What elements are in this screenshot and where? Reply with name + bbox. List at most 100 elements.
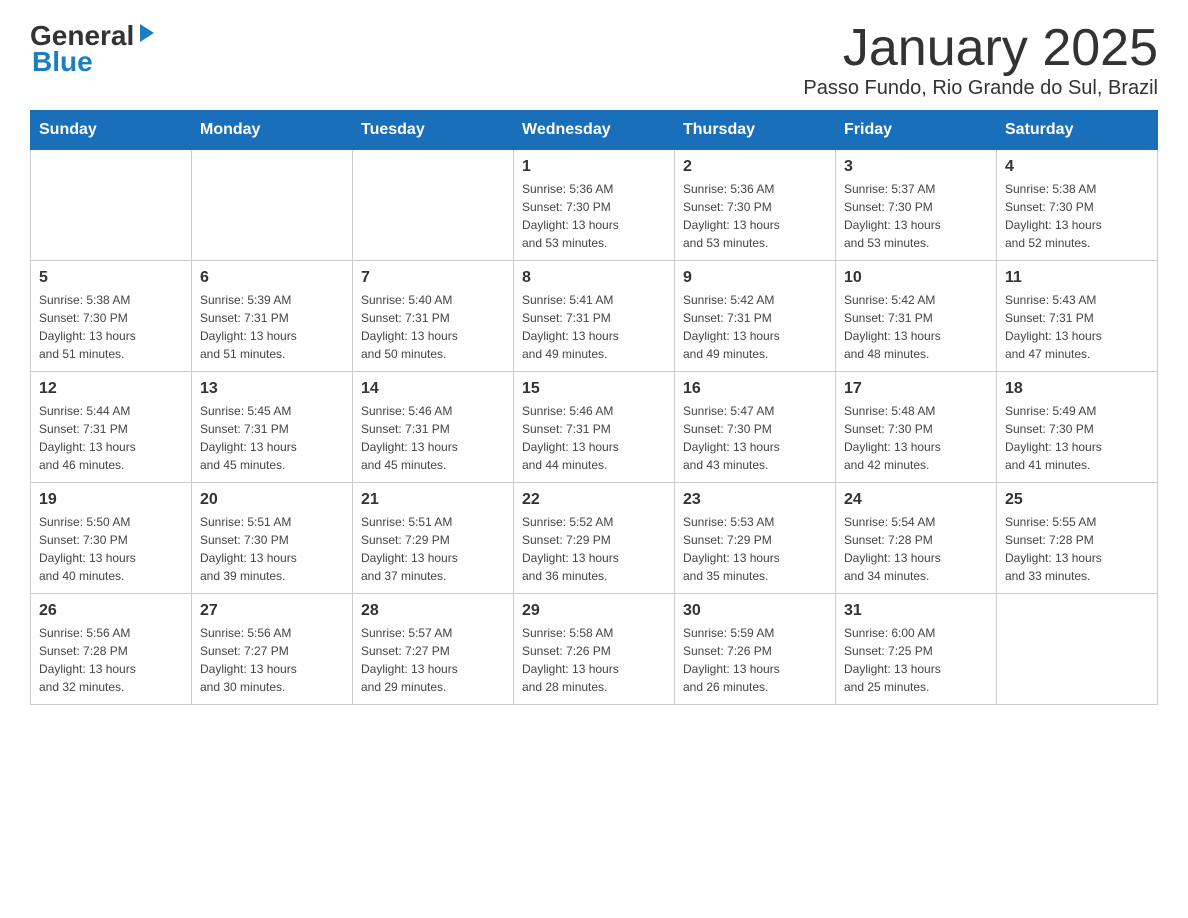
day-number: 8 bbox=[522, 269, 666, 287]
calendar-header-monday: Monday bbox=[192, 111, 353, 150]
calendar-cell: 29 Sunrise: 5:58 AM Sunset: 7:26 PM Dayli… bbox=[514, 594, 675, 705]
day-number: 12 bbox=[39, 380, 183, 398]
day-number: 10 bbox=[844, 269, 988, 287]
day-info: Sunrise: 5:48 AM Sunset: 7:30 PM Dayligh… bbox=[844, 402, 988, 474]
day-number: 24 bbox=[844, 491, 988, 509]
calendar-cell: 24 Sunrise: 5:54 AM Sunset: 7:28 PM Dayli… bbox=[836, 483, 997, 594]
day-number: 22 bbox=[522, 491, 666, 509]
calendar-header-friday: Friday bbox=[836, 111, 997, 150]
day-info: Sunrise: 5:59 AM Sunset: 7:26 PM Dayligh… bbox=[683, 624, 827, 696]
day-number: 2 bbox=[683, 158, 827, 176]
calendar-cell: 12Sunrise: 5:44 AM Sunset: 7:31 PM Dayli… bbox=[31, 372, 192, 483]
day-number: 20 bbox=[200, 491, 344, 509]
day-info: Sunrise: 5:39 AM Sunset: 7:31 PM Dayligh… bbox=[200, 291, 344, 363]
day-info: Sunrise: 5:56 AM Sunset: 7:27 PM Dayligh… bbox=[200, 624, 344, 696]
day-info: Sunrise: 5:52 AM Sunset: 7:29 PM Dayligh… bbox=[522, 513, 666, 585]
day-info: Sunrise: 5:42 AM Sunset: 7:31 PM Dayligh… bbox=[683, 291, 827, 363]
calendar-cell: 16 Sunrise: 5:47 AM Sunset: 7:30 PM Dayli… bbox=[675, 372, 836, 483]
calendar-cell bbox=[31, 150, 192, 261]
calendar-week-row: 5 Sunrise: 5:38 AM Sunset: 7:30 PM Daylig… bbox=[31, 261, 1158, 372]
calendar-header-row: SundayMondayTuesdayWednesdayThursdayFrid… bbox=[31, 111, 1158, 150]
calendar-cell: 1Sunrise: 5:36 AM Sunset: 7:30 PM Daylig… bbox=[514, 150, 675, 261]
day-number: 7 bbox=[361, 269, 505, 287]
day-number: 17 bbox=[844, 380, 988, 398]
calendar-cell: 20 Sunrise: 5:51 AM Sunset: 7:30 PM Dayli… bbox=[192, 483, 353, 594]
day-info: Sunrise: 5:45 AM Sunset: 7:31 PM Dayligh… bbox=[200, 402, 344, 474]
logo-triangle-icon bbox=[136, 22, 158, 44]
calendar-cell: 11 Sunrise: 5:43 AM Sunset: 7:31 PM Dayli… bbox=[997, 261, 1158, 372]
calendar-cell: 5 Sunrise: 5:38 AM Sunset: 7:30 PM Daylig… bbox=[31, 261, 192, 372]
day-info: Sunrise: 5:51 AM Sunset: 7:29 PM Dayligh… bbox=[361, 513, 505, 585]
day-number: 13 bbox=[200, 380, 344, 398]
day-info: Sunrise: 5:53 AM Sunset: 7:29 PM Dayligh… bbox=[683, 513, 827, 585]
day-info: Sunrise: 5:49 AM Sunset: 7:30 PM Dayligh… bbox=[1005, 402, 1149, 474]
day-number: 3 bbox=[844, 158, 988, 176]
day-number: 21 bbox=[361, 491, 505, 509]
page-title: January 2025 bbox=[803, 20, 1158, 77]
day-info: Sunrise: 5:41 AM Sunset: 7:31 PM Dayligh… bbox=[522, 291, 666, 363]
day-info: Sunrise: 5:57 AM Sunset: 7:27 PM Dayligh… bbox=[361, 624, 505, 696]
day-info: Sunrise: 5:58 AM Sunset: 7:26 PM Dayligh… bbox=[522, 624, 666, 696]
day-number: 5 bbox=[39, 269, 183, 287]
logo: General Blue bbox=[30, 20, 158, 78]
day-info: Sunrise: 5:38 AM Sunset: 7:30 PM Dayligh… bbox=[1005, 180, 1149, 252]
calendar-header-thursday: Thursday bbox=[675, 111, 836, 150]
day-number: 27 bbox=[200, 602, 344, 620]
calendar-cell: 14Sunrise: 5:46 AM Sunset: 7:31 PM Dayli… bbox=[353, 372, 514, 483]
day-number: 9 bbox=[683, 269, 827, 287]
day-number: 31 bbox=[844, 602, 988, 620]
calendar-cell: 31 Sunrise: 6:00 AM Sunset: 7:25 PM Dayli… bbox=[836, 594, 997, 705]
day-number: 16 bbox=[683, 380, 827, 398]
day-number: 29 bbox=[522, 602, 666, 620]
calendar-header-tuesday: Tuesday bbox=[353, 111, 514, 150]
day-info: Sunrise: 5:40 AM Sunset: 7:31 PM Dayligh… bbox=[361, 291, 505, 363]
day-info: Sunrise: 5:46 AM Sunset: 7:31 PM Dayligh… bbox=[522, 402, 666, 474]
day-info: Sunrise: 5:38 AM Sunset: 7:30 PM Dayligh… bbox=[39, 291, 183, 363]
day-number: 4 bbox=[1005, 158, 1149, 176]
calendar-week-row: 19 Sunrise: 5:50 AM Sunset: 7:30 PM Dayli… bbox=[31, 483, 1158, 594]
day-info: Sunrise: 5:43 AM Sunset: 7:31 PM Dayligh… bbox=[1005, 291, 1149, 363]
calendar-week-row: 12Sunrise: 5:44 AM Sunset: 7:31 PM Dayli… bbox=[31, 372, 1158, 483]
calendar-cell: 8 Sunrise: 5:41 AM Sunset: 7:31 PM Daylig… bbox=[514, 261, 675, 372]
day-info: Sunrise: 5:56 AM Sunset: 7:28 PM Dayligh… bbox=[39, 624, 183, 696]
day-number: 11 bbox=[1005, 269, 1149, 287]
calendar-header-wednesday: Wednesday bbox=[514, 111, 675, 150]
calendar-cell: 21 Sunrise: 5:51 AM Sunset: 7:29 PM Dayli… bbox=[353, 483, 514, 594]
calendar-header-sunday: Sunday bbox=[31, 111, 192, 150]
logo-blue: Blue bbox=[30, 46, 93, 78]
calendar-header-saturday: Saturday bbox=[997, 111, 1158, 150]
day-info: Sunrise: 5:54 AM Sunset: 7:28 PM Dayligh… bbox=[844, 513, 988, 585]
calendar-cell: 15 Sunrise: 5:46 AM Sunset: 7:31 PM Dayli… bbox=[514, 372, 675, 483]
calendar-cell: 3Sunrise: 5:37 AM Sunset: 7:30 PM Daylig… bbox=[836, 150, 997, 261]
calendar-cell: 30 Sunrise: 5:59 AM Sunset: 7:26 PM Dayli… bbox=[675, 594, 836, 705]
day-number: 23 bbox=[683, 491, 827, 509]
day-info: Sunrise: 5:51 AM Sunset: 7:30 PM Dayligh… bbox=[200, 513, 344, 585]
calendar-week-row: 1Sunrise: 5:36 AM Sunset: 7:30 PM Daylig… bbox=[31, 150, 1158, 261]
calendar-cell: 25Sunrise: 5:55 AM Sunset: 7:28 PM Dayli… bbox=[997, 483, 1158, 594]
calendar-cell: 26 Sunrise: 5:56 AM Sunset: 7:28 PM Dayli… bbox=[31, 594, 192, 705]
calendar-cell: 6 Sunrise: 5:39 AM Sunset: 7:31 PM Daylig… bbox=[192, 261, 353, 372]
calendar-cell: 28 Sunrise: 5:57 AM Sunset: 7:27 PM Dayli… bbox=[353, 594, 514, 705]
page-header: General Blue January 2025 Passo Fundo, R… bbox=[30, 20, 1158, 100]
day-number: 14 bbox=[361, 380, 505, 398]
calendar-table: SundayMondayTuesdayWednesdayThursdayFrid… bbox=[30, 110, 1158, 705]
calendar-cell: 2Sunrise: 5:36 AM Sunset: 7:30 PM Daylig… bbox=[675, 150, 836, 261]
day-number: 30 bbox=[683, 602, 827, 620]
day-info: Sunrise: 5:36 AM Sunset: 7:30 PM Dayligh… bbox=[522, 180, 666, 252]
day-number: 19 bbox=[39, 491, 183, 509]
day-info: Sunrise: 5:47 AM Sunset: 7:30 PM Dayligh… bbox=[683, 402, 827, 474]
calendar-cell: 22 Sunrise: 5:52 AM Sunset: 7:29 PM Dayli… bbox=[514, 483, 675, 594]
calendar-cell: 4 Sunrise: 5:38 AM Sunset: 7:30 PM Daylig… bbox=[997, 150, 1158, 261]
calendar-cell: 27 Sunrise: 5:56 AM Sunset: 7:27 PM Dayli… bbox=[192, 594, 353, 705]
day-info: Sunrise: 6:00 AM Sunset: 7:25 PM Dayligh… bbox=[844, 624, 988, 696]
calendar-cell: 17 Sunrise: 5:48 AM Sunset: 7:30 PM Dayli… bbox=[836, 372, 997, 483]
day-number: 26 bbox=[39, 602, 183, 620]
calendar-cell bbox=[997, 594, 1158, 705]
day-number: 15 bbox=[522, 380, 666, 398]
day-info: Sunrise: 5:50 AM Sunset: 7:30 PM Dayligh… bbox=[39, 513, 183, 585]
calendar-cell: 18Sunrise: 5:49 AM Sunset: 7:30 PM Dayli… bbox=[997, 372, 1158, 483]
calendar-cell bbox=[353, 150, 514, 261]
calendar-cell: 9 Sunrise: 5:42 AM Sunset: 7:31 PM Daylig… bbox=[675, 261, 836, 372]
day-number: 28 bbox=[361, 602, 505, 620]
day-number: 6 bbox=[200, 269, 344, 287]
